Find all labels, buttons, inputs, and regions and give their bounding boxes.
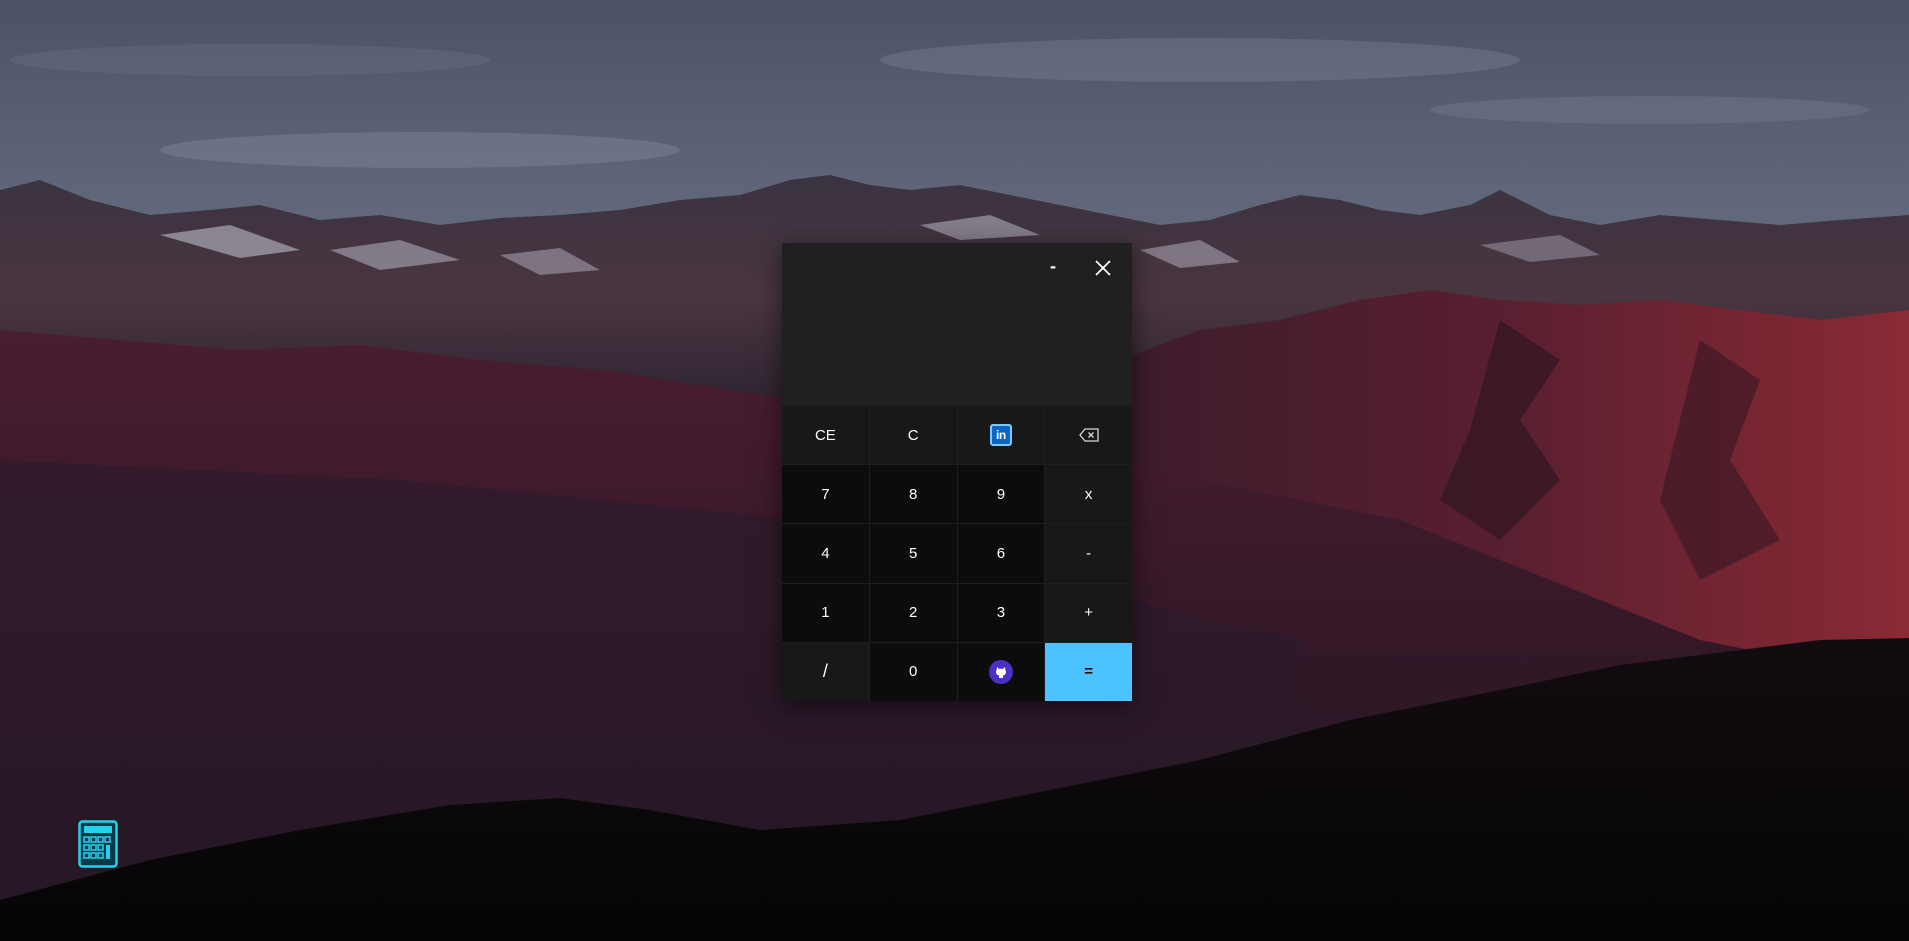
key-label: 3 [996,604,1006,622]
key-label: = [1084,663,1093,681]
key-label: 4 [821,544,830,562]
key-label: 2 [908,604,918,622]
subtract-button[interactable]: - [1045,524,1132,583]
clear-entry-button[interactable]: CE [782,406,869,465]
key-0[interactable]: 0 [869,642,957,701]
key-label: 0 [908,663,918,681]
key-5[interactable]: 5 [869,524,957,583]
key-label: 8 [908,485,918,503]
calculator-display: - [782,243,1132,406]
key-label: CE [814,426,836,444]
key-4[interactable]: 4 [782,524,869,583]
linkedin-button[interactable]: in [957,406,1045,465]
key-label: 9 [996,485,1006,503]
key-label: + [1084,604,1093,622]
backspace-icon [1078,428,1099,442]
keypad: CE C in 7 8 9 x 4 5 6 - 1 2 3 + / 0 = [782,406,1132,701]
key-label: - [1086,544,1092,562]
linkedin-icon-text: in [996,428,1006,443]
close-button[interactable] [1086,251,1120,285]
key-label: 6 [996,544,1006,562]
key-label: 5 [908,544,918,562]
add-button[interactable]: + [1045,583,1132,642]
key-1[interactable]: 1 [782,583,869,642]
minimize-button[interactable]: - [1036,251,1070,285]
key-label: C [907,426,919,444]
multiply-button[interactable]: x [1045,465,1132,524]
linkedin-icon: in [989,424,1012,447]
divide-button[interactable]: / [782,642,869,701]
key-6[interactable]: 6 [957,524,1045,583]
calculator-desktop-icon[interactable] [78,820,118,868]
key-3[interactable]: 3 [957,583,1045,642]
close-icon [1095,260,1111,276]
key-label: 7 [821,485,830,503]
github-icon [988,659,1013,684]
minimize-icon: - [1050,256,1056,276]
backspace-button[interactable] [1045,406,1132,465]
desktop: - CE C in 7 8 9 x 4 5 6 - 1 2 3 + / 0 = [0,0,1909,941]
equals-button[interactable]: = [1045,642,1132,701]
key-2[interactable]: 2 [869,583,957,642]
github-button[interactable] [957,642,1045,701]
key-8[interactable]: 8 [869,465,957,524]
key-7[interactable]: 7 [782,465,869,524]
key-label: x [1084,485,1093,503]
key-label: 1 [821,604,830,622]
key-label: / [822,661,828,682]
clear-button[interactable]: C [869,406,957,465]
calculator-icon [78,820,118,868]
calculator-window: - CE C in 7 8 9 x 4 5 6 - 1 2 3 + / 0 = [782,243,1132,701]
key-9[interactable]: 9 [957,465,1045,524]
